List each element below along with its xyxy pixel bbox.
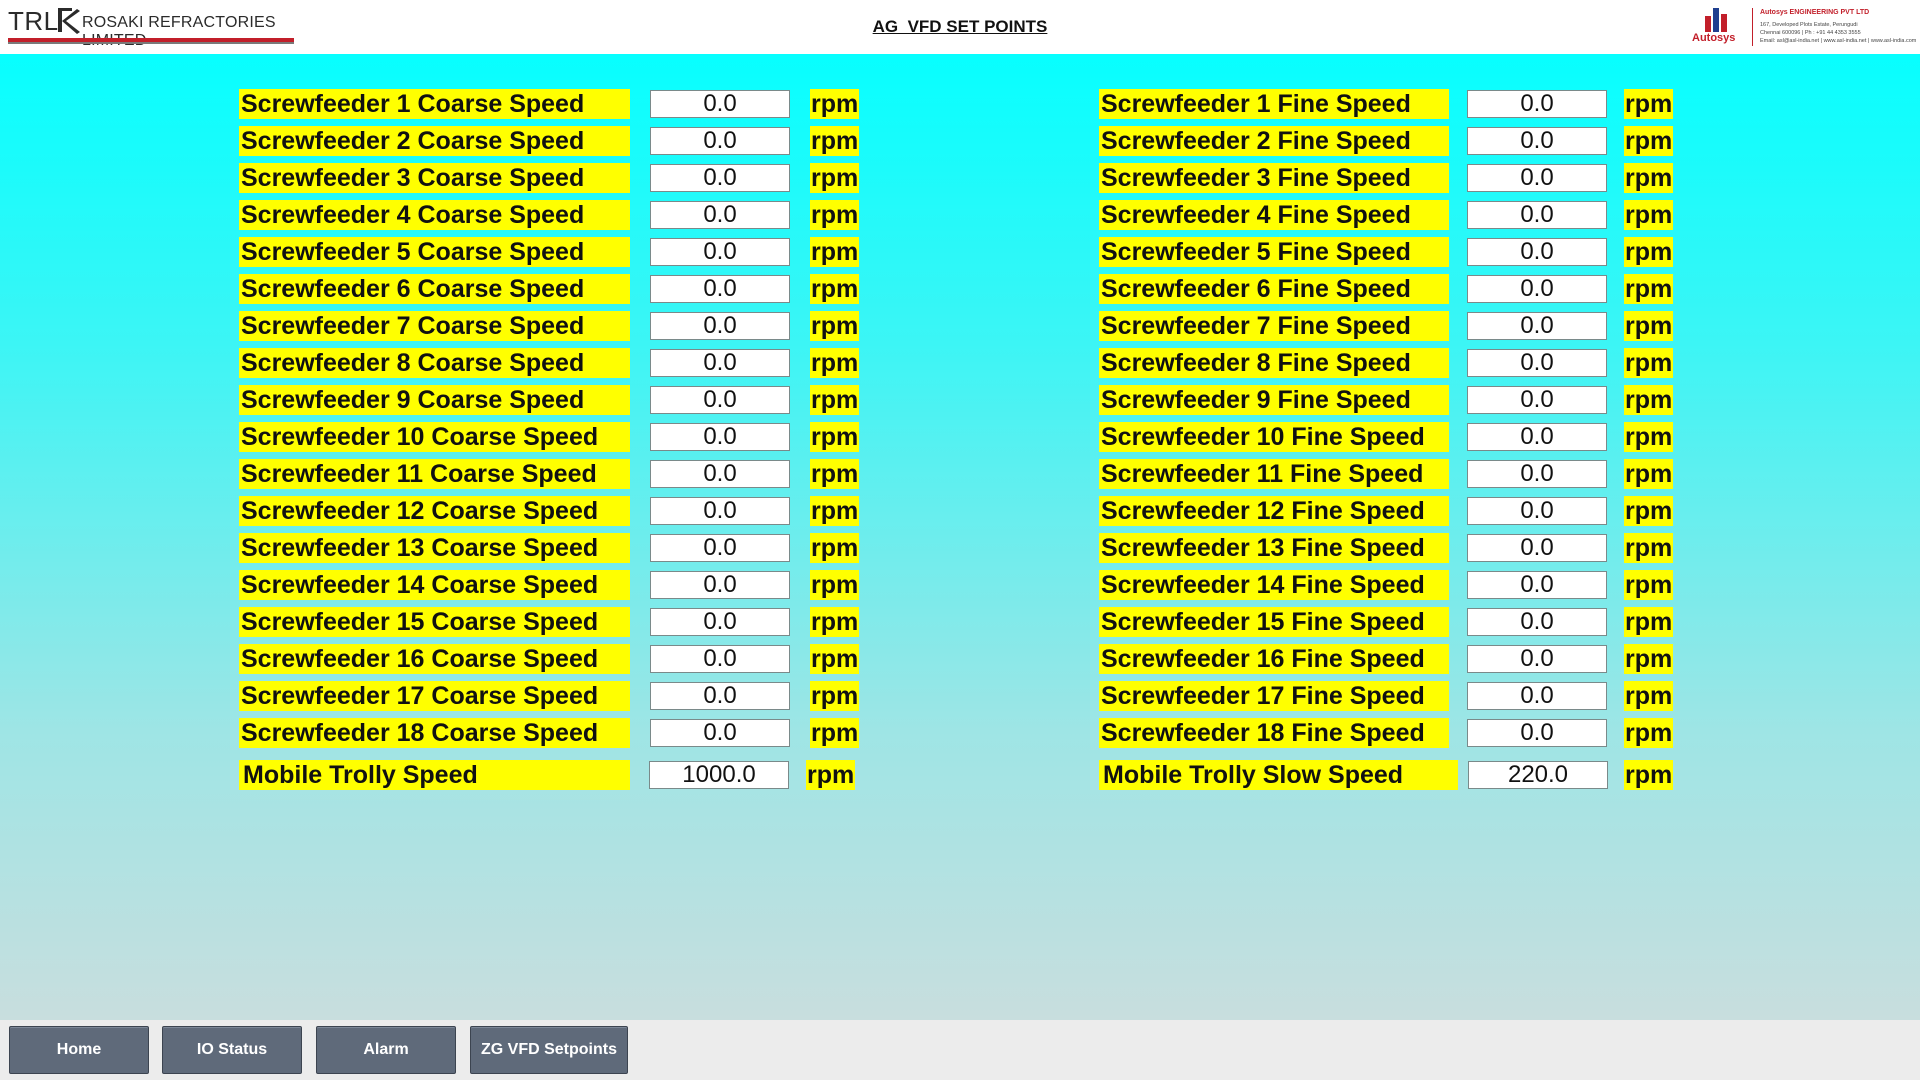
setpoint-unit: rpm — [1624, 459, 1674, 489]
autosys-separator — [1752, 8, 1753, 46]
setpoint-row: Screwfeeder 18 Fine Speed 0.0 rpm — [0, 718, 1920, 748]
setpoint-label: Screwfeeder 5 Fine Speed — [1099, 237, 1449, 267]
setpoint-row: Screwfeeder 6 Fine Speed 0.0 rpm — [0, 274, 1920, 304]
setpoint-label: Screwfeeder 10 Fine Speed — [1099, 422, 1449, 452]
setpoint-label: Screwfeeder 7 Fine Speed — [1099, 311, 1449, 341]
logo-grey-underline — [8, 42, 294, 44]
autosys-brand: Autosys — [1692, 32, 1736, 44]
setpoint-unit: rpm — [1624, 644, 1674, 674]
setpoint-row: Screwfeeder 14 Fine Speed 0.0 rpm — [0, 570, 1920, 600]
setpoint-value-field[interactable]: 0.0 — [1467, 719, 1607, 747]
setpoints-panel: Screwfeeder 1 Coarse Speed 0.0 rpm Screwfee… — [0, 54, 1920, 1020]
autosys-address-line: 167, Developed Plots Estate, Perungudi — [1760, 22, 1858, 28]
header-bar: TRL ROSAKI REFRACTORIES LIMITED AG VFD S… — [0, 0, 1920, 54]
setpoint-row: Screwfeeder 5 Fine Speed 0.0 rpm — [0, 237, 1920, 267]
setpoint-row: Screwfeeder 4 Fine Speed 0.0 rpm — [0, 200, 1920, 230]
setpoint-unit: rpm — [1624, 163, 1674, 193]
setpoint-row: Screwfeeder 10 Fine Speed 0.0 rpm — [0, 422, 1920, 452]
setpoint-value-field[interactable]: 0.0 — [1467, 460, 1607, 488]
setpoint-label: Screwfeeder 3 Fine Speed — [1099, 163, 1449, 193]
setpoint-label: Screwfeeder 4 Fine Speed — [1099, 200, 1449, 230]
setpoint-row: Screwfeeder 2 Fine Speed 0.0 rpm — [0, 126, 1920, 156]
setpoint-value-field[interactable]: 0.0 — [1467, 608, 1607, 636]
setpoint-unit: rpm — [1624, 274, 1674, 304]
setpoint-row: Screwfeeder 8 Fine Speed 0.0 rpm — [0, 348, 1920, 378]
setpoint-unit: rpm — [1624, 348, 1674, 378]
setpoint-unit: rpm — [1624, 311, 1674, 341]
setpoint-unit: rpm — [1624, 607, 1674, 637]
setpoint-label: Screwfeeder 2 Fine Speed — [1099, 126, 1449, 156]
setpoint-label: Screwfeeder 14 Fine Speed — [1099, 570, 1449, 600]
setpoint-unit: rpm — [1624, 422, 1674, 452]
setpoint-value-field[interactable]: 0.0 — [1467, 201, 1607, 229]
setpoint-label: Screwfeeder 13 Fine Speed — [1099, 533, 1449, 563]
setpoint-label: Screwfeeder 16 Fine Speed — [1099, 644, 1449, 674]
setpoint-value-field[interactable]: 0.0 — [1467, 312, 1607, 340]
setpoint-value-field[interactable]: 220.0 — [1468, 761, 1608, 789]
setpoint-row: Screwfeeder 1 Fine Speed 0.0 rpm — [0, 89, 1920, 119]
page-title: AG VFD SET POINTS — [872, 17, 1048, 36]
navigation-bar: Home IO Status Alarm ZG VFD Setpoints — [0, 1020, 1920, 1080]
setpoint-unit: rpm — [1624, 681, 1674, 711]
setpoint-value-field[interactable]: 0.0 — [1467, 423, 1607, 451]
setpoint-label: Screwfeeder 18 Fine Speed — [1099, 718, 1449, 748]
setpoint-unit: rpm — [1624, 533, 1674, 563]
setpoint-unit: rpm — [1624, 200, 1674, 230]
setpoint-value-field[interactable]: 0.0 — [1467, 275, 1607, 303]
setpoint-row: Screwfeeder 11 Fine Speed 0.0 rpm — [0, 459, 1920, 489]
setpoint-value-field[interactable]: 0.0 — [1467, 682, 1607, 710]
setpoint-value-field[interactable]: 0.0 — [1467, 534, 1607, 562]
setpoint-row: Screwfeeder 9 Fine Speed 0.0 rpm — [0, 385, 1920, 415]
setpoint-value-field[interactable]: 0.0 — [1467, 386, 1607, 414]
setpoint-unit: rpm — [1624, 237, 1674, 267]
setpoint-row: Screwfeeder 3 Fine Speed 0.0 rpm — [0, 163, 1920, 193]
alarm-button[interactable]: Alarm — [316, 1026, 456, 1074]
home-button[interactable]: Home — [9, 1026, 149, 1074]
io-status-button[interactable]: IO Status — [162, 1026, 302, 1074]
autosys-address-line: Email: asl@asl-india.net | www.asl-india… — [1760, 38, 1917, 44]
setpoint-unit: rpm — [1624, 385, 1674, 415]
setpoint-label: Screwfeeder 17 Fine Speed — [1099, 681, 1449, 711]
setpoint-label: Screwfeeder 11 Fine Speed — [1099, 459, 1449, 489]
setpoint-label: Screwfeeder 6 Fine Speed — [1099, 274, 1449, 304]
zg-vfd-setpoints-button[interactable]: ZG VFD Setpoints — [470, 1026, 628, 1074]
setpoint-label: Screwfeeder 1 Fine Speed — [1099, 89, 1449, 119]
setpoint-value-field[interactable]: 0.0 — [1467, 497, 1607, 525]
setpoint-row: Screwfeeder 15 Fine Speed 0.0 rpm — [0, 607, 1920, 637]
setpoint-label: Screwfeeder 12 Fine Speed — [1099, 496, 1449, 526]
autosys-logo: Autosys Autosys ENGINEERING PVT LTD 167,… — [1688, 4, 1916, 48]
setpoint-unit: rpm — [1624, 89, 1674, 119]
setpoint-row: Screwfeeder 13 Fine Speed 0.0 rpm — [0, 533, 1920, 563]
setpoint-unit: rpm — [1624, 126, 1674, 156]
setpoint-row: Mobile Trolly Slow Speed 220.0 rpm — [0, 760, 1920, 790]
autosys-address-line: Chennai 600096 | Ph : +91 44 4353 3555 — [1760, 30, 1861, 36]
autosys-company: Autosys ENGINEERING PVT LTD — [1760, 9, 1870, 16]
setpoint-unit: rpm — [1624, 570, 1674, 600]
setpoint-label: Screwfeeder 8 Fine Speed — [1099, 348, 1449, 378]
setpoint-unit: rpm — [1624, 718, 1674, 748]
setpoint-label: Screwfeeder 9 Fine Speed — [1099, 385, 1449, 415]
setpoint-value-field[interactable]: 0.0 — [1467, 238, 1607, 266]
setpoint-row: Screwfeeder 16 Fine Speed 0.0 rpm — [0, 644, 1920, 674]
setpoint-row: Screwfeeder 17 Fine Speed 0.0 rpm — [0, 681, 1920, 711]
setpoint-value-field[interactable]: 0.0 — [1467, 349, 1607, 377]
setpoint-value-field[interactable]: 0.0 — [1467, 645, 1607, 673]
setpoint-unit: rpm — [1624, 496, 1674, 526]
setpoint-label: Screwfeeder 15 Fine Speed — [1099, 607, 1449, 637]
setpoint-row: Screwfeeder 12 Fine Speed 0.0 rpm — [0, 496, 1920, 526]
setpoint-value-field[interactable]: 0.0 — [1467, 127, 1607, 155]
setpoint-unit: rpm — [1624, 760, 1674, 790]
setpoint-value-field[interactable]: 0.0 — [1467, 164, 1607, 192]
autosys-building-icon — [1705, 8, 1727, 32]
setpoint-row: Screwfeeder 7 Fine Speed 0.0 rpm — [0, 311, 1920, 341]
setpoint-value-field[interactable]: 0.0 — [1467, 90, 1607, 118]
setpoint-value-field[interactable]: 0.0 — [1467, 571, 1607, 599]
setpoint-label: Mobile Trolly Slow Speed — [1099, 760, 1458, 790]
